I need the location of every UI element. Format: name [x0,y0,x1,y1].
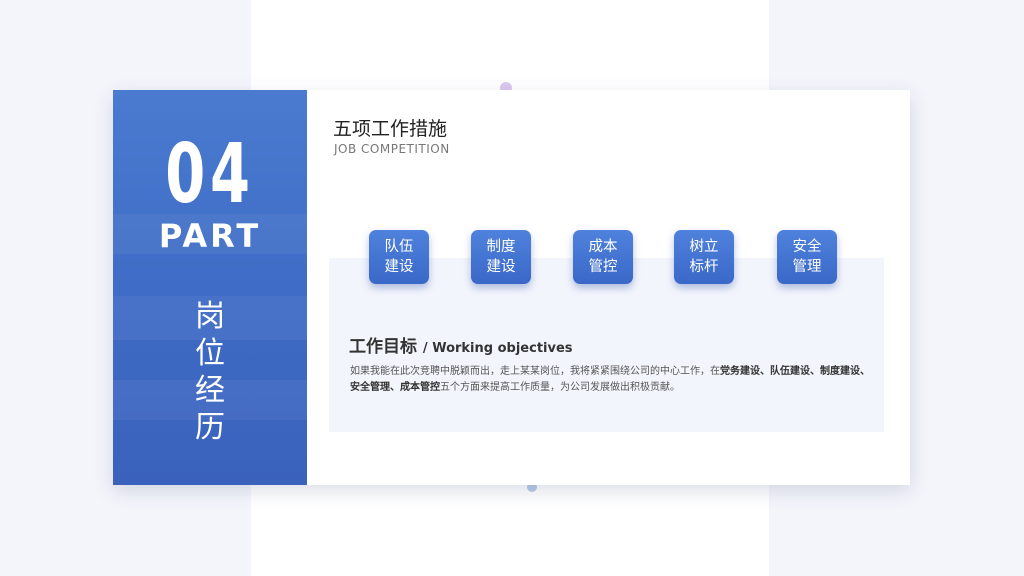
part-label: PART [158,217,262,255]
measure-button-safety[interactable]: 安全 管理 [777,230,837,284]
measure-label: 管控 [588,259,618,275]
measure-label: 制度 [486,239,516,255]
section-title-char: 经 [195,373,225,408]
objective-heading: 工作目标 / Working objectives [349,332,573,357]
objective-text-part: 如果我能在此次竞聘中脱颖而出，走上某某岗位，我将紧紧围绕公司的中心工作，在 [350,366,720,377]
measure-label: 标杆 [689,259,719,275]
measure-label: 队伍 [384,239,414,255]
part-number: 04 [165,127,255,222]
section-title: 岗 位 经 历 [113,298,307,446]
objective-title-en: / Working objectives [422,341,573,356]
measure-label: 安全 [792,239,822,255]
section-title-char: 岗 [195,299,225,334]
objective-text: 如果我能在此次竞聘中脱颖而出，走上某某岗位，我将紧紧围绕公司的中心工作，在党务建… [350,364,870,396]
measure-button-benchmark[interactable]: 树立 标杆 [674,230,734,284]
objective-title-zh: 工作目标 [349,337,417,357]
measure-label: 管理 [792,259,822,275]
measure-label: 建设 [384,259,414,275]
section-title-char: 历 [195,410,225,445]
objective-text-part: 五个方面来提高工作质量，为公司发展做出积极贡献。 [440,382,680,393]
part-panel: 04 PART 岗 位 经 历 [113,90,307,485]
page-subtitle: JOB COMPETITION [334,142,450,156]
measure-button-team[interactable]: 队伍 建设 [369,230,429,284]
measure-label: 树立 [689,239,719,255]
page-title: 五项工作措施 [333,118,448,140]
section-title-char: 位 [195,336,225,371]
measure-label: 建设 [486,259,516,275]
measure-button-cost[interactable]: 成本 管控 [573,230,633,284]
measure-label: 成本 [588,239,618,255]
measure-button-system[interactable]: 制度 建设 [471,230,531,284]
